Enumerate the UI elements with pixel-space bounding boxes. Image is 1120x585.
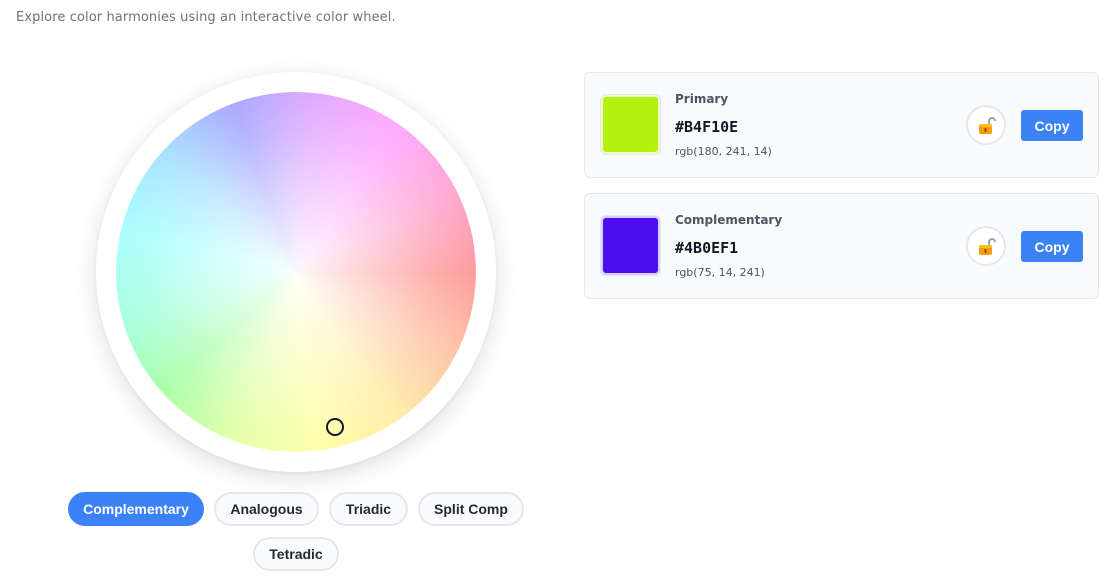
color-swatch <box>601 216 660 275</box>
color-rgb-value: rgb(180, 241, 14) <box>675 145 772 158</box>
unlocked-padlock-icon <box>979 238 996 255</box>
color-label: Primary <box>675 92 729 106</box>
mode-tetradic-button[interactable]: Tetradic <box>253 537 339 571</box>
lock-color-button[interactable] <box>966 105 1006 145</box>
color-hex-value: #4B0EF1 <box>675 239 739 257</box>
color-card-primary: Primary #B4F10E rgb(180, 241, 14) Copy <box>584 72 1099 178</box>
mode-analogous-button[interactable]: Analogous <box>214 492 319 526</box>
color-card-complementary: Complementary #4B0EF1 rgb(75, 14, 241) C… <box>584 193 1099 299</box>
color-wheel[interactable] <box>116 92 476 452</box>
color-rgb-value: rgb(75, 14, 241) <box>675 266 765 279</box>
copy-hex-button[interactable]: Copy <box>1021 231 1083 262</box>
lock-color-button[interactable] <box>966 226 1006 266</box>
color-wheel-saturation <box>116 92 476 452</box>
color-hex-value: #B4F10E <box>675 118 739 136</box>
color-wheel-handle[interactable] <box>326 418 344 436</box>
page-subtitle: Explore color harmonies using an interac… <box>16 10 396 25</box>
mode-complementary-button[interactable]: Complementary <box>68 492 204 526</box>
mode-triadic-button[interactable]: Triadic <box>329 492 408 526</box>
color-label: Complementary <box>675 213 783 227</box>
color-swatch <box>601 95 660 154</box>
unlocked-padlock-icon <box>979 117 996 134</box>
copy-hex-button[interactable]: Copy <box>1021 110 1083 141</box>
mode-split-complementary-button[interactable]: Split Comp <box>418 492 524 526</box>
